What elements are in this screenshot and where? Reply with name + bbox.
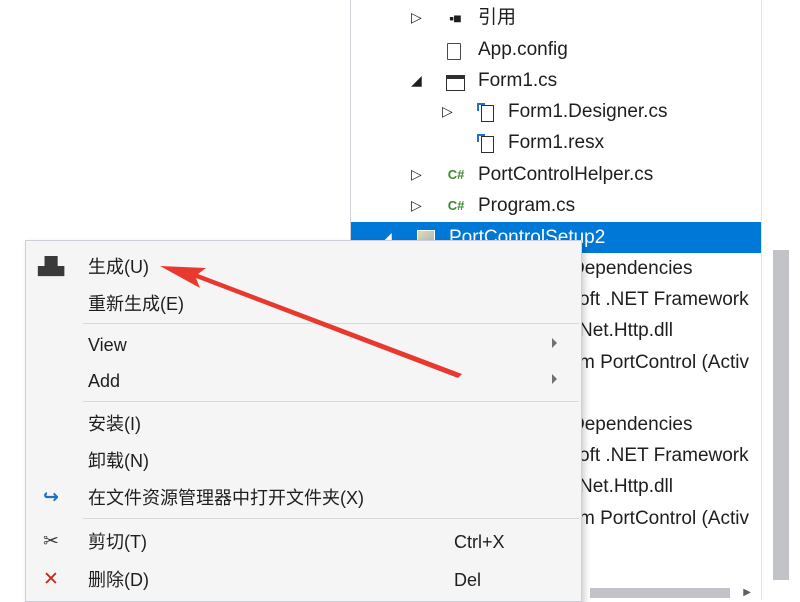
- tree-item-app-config[interactable]: App.config: [351, 34, 761, 65]
- tree-item-form1-designer[interactable]: ▷ Form1.Designer.cs: [351, 96, 761, 127]
- expand-arrow-icon[interactable]: ▷: [442, 103, 453, 119]
- scroll-right-arrow-icon[interactable]: ▶: [743, 587, 751, 598]
- menu-item-shortcut: Del: [454, 570, 482, 590]
- expand-arrow-icon[interactable]: ▷: [411, 166, 422, 182]
- menu-item-view[interactable]: View: [26, 326, 579, 362]
- menu-separator: [83, 323, 579, 324]
- menu-item-add[interactable]: Add: [26, 362, 579, 398]
- horizontal-scrollbar[interactable]: ▶: [580, 583, 761, 600]
- expand-arrow-icon[interactable]: ▷: [411, 9, 422, 25]
- tree-item-form1-cs[interactable]: ◢ Form1.cs: [351, 65, 761, 96]
- menu-item-label: View: [88, 335, 127, 355]
- menu-item-label: 生成(U): [88, 257, 149, 277]
- tree-item-label: Dependencies: [571, 414, 693, 435]
- tree-item-portcontrolhelper[interactable]: ▷ C# PortControlHelper.cs: [351, 159, 761, 190]
- tree-item-label: m PortControl (Activ: [579, 508, 749, 529]
- tree-item-label: Net.Http.dll: [579, 476, 673, 497]
- tree-item-label: 引用: [478, 7, 517, 28]
- csharp-file-icon: C#: [447, 198, 465, 213]
- menu-item-label: 删除(D): [88, 570, 149, 590]
- scrollbar-thumb[interactable]: [773, 250, 789, 580]
- menu-item-label: 安装(I): [88, 414, 141, 434]
- tree-item-label: Form1.resx: [508, 132, 605, 153]
- menu-item-build[interactable]: ▟▙ 生成(U): [26, 248, 579, 284]
- form-icon: [446, 75, 465, 91]
- tree-item-label: App.config: [478, 39, 568, 60]
- scrollbar-thumb[interactable]: [590, 588, 730, 598]
- config-file-icon: [447, 43, 461, 60]
- vertical-scrollbar[interactable]: [761, 0, 800, 600]
- scissors-icon: ✂: [43, 531, 59, 552]
- menu-item-cut[interactable]: ✂ 剪切(T) Ctrl+X: [26, 523, 579, 559]
- references-icon: ▪■: [449, 10, 461, 26]
- submenu-arrow-icon: [552, 374, 557, 384]
- menu-item-label: 重新生成(E): [88, 294, 184, 314]
- designer-file-icon: [477, 103, 494, 122]
- context-menu: ▟▙ 生成(U) 重新生成(E) View Add 安装(I) 卸载(N) ↪ …: [25, 240, 582, 602]
- submenu-arrow-icon: [552, 338, 557, 348]
- scrollbar-track: [761, 0, 762, 600]
- open-folder-arrow-icon: ↪: [43, 487, 59, 508]
- menu-item-delete[interactable]: ✕ 删除(D) Del: [26, 561, 579, 597]
- menu-separator: [83, 518, 579, 519]
- menu-item-label: Add: [88, 371, 121, 391]
- csharp-file-icon: C#: [447, 167, 465, 182]
- tree-item-label: oft .NET Framework: [579, 289, 749, 310]
- tree-item-program-cs[interactable]: ▷ C# Program.cs: [351, 190, 761, 221]
- tree-item-label: oft .NET Framework: [579, 445, 749, 466]
- menu-separator: [83, 401, 579, 402]
- tree-item-label: Form1.Designer.cs: [508, 101, 668, 122]
- tree-item-label: Program.cs: [478, 195, 576, 216]
- tree-item-label: m PortControl (Activ: [579, 352, 749, 373]
- tree-item-label: Dependencies: [571, 258, 693, 279]
- tree-item-label: Form1.cs: [478, 70, 558, 91]
- menu-item-open-folder[interactable]: ↪ 在文件资源管理器中打开文件夹(X): [26, 479, 579, 515]
- tree-item-references[interactable]: ▷ ▪■ 引用: [351, 2, 761, 33]
- build-icon: ▟▙: [38, 257, 65, 276]
- tree-item-label: Net.Http.dll: [579, 320, 673, 341]
- menu-item-rebuild[interactable]: 重新生成(E): [26, 285, 579, 321]
- tree-item-form1-resx[interactable]: Form1.resx: [351, 127, 761, 158]
- menu-item-uninstall[interactable]: 卸载(N): [26, 442, 579, 478]
- delete-x-icon: ✕: [43, 569, 59, 590]
- expand-arrow-icon[interactable]: ▷: [411, 197, 422, 213]
- menu-item-label: 在文件资源管理器中打开文件夹(X): [88, 488, 364, 508]
- resx-file-icon: [477, 134, 494, 153]
- collapse-arrow-icon[interactable]: ◢: [411, 72, 422, 88]
- tree-item-label: PortControlHelper.cs: [478, 164, 654, 185]
- menu-item-shortcut: Ctrl+X: [454, 532, 505, 552]
- menu-item-label: 卸载(N): [88, 451, 149, 471]
- menu-item-install[interactable]: 安装(I): [26, 405, 579, 441]
- menu-item-label: 剪切(T): [88, 532, 147, 552]
